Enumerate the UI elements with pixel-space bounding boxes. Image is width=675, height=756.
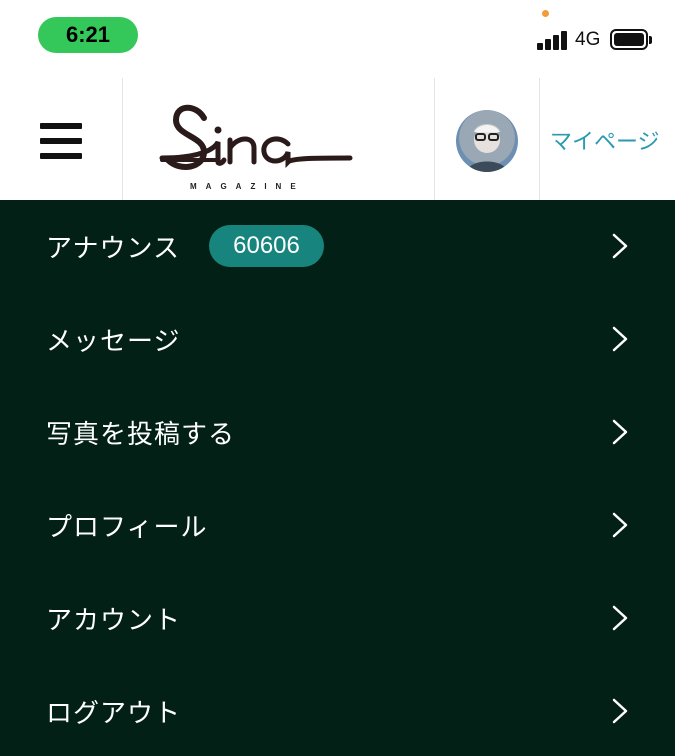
network-type: 4G <box>575 29 601 50</box>
header-divider <box>434 78 435 200</box>
chevron-right-icon <box>612 326 628 352</box>
menu-item-account[interactable]: アカウント <box>0 572 675 665</box>
status-time: 6:21 <box>38 17 138 53</box>
status-bar: 6:21 4G <box>0 0 675 78</box>
menu-item-label: アナウンス <box>46 234 180 264</box>
menu-item-messages[interactable]: メッセージ <box>0 293 675 386</box>
logo-subtitle: MAGAZINE <box>190 182 305 191</box>
menu-item-profile[interactable]: プロフィール <box>0 479 675 572</box>
menu-item-label: プロフィール <box>46 513 208 543</box>
privacy-indicator-dot <box>542 10 549 17</box>
header-divider <box>539 78 540 200</box>
menu-item-label: 写真を投稿する <box>46 420 236 450</box>
drawer-menu: アナウンス 60606 メッセージ 写真を投稿する プロフィール アカウント ロ… <box>0 200 675 756</box>
mypage-link[interactable]: マイページ <box>550 124 660 156</box>
header-divider <box>122 78 123 200</box>
menu-item-post-photo[interactable]: 写真を投稿する <box>0 386 675 479</box>
hamburger-icon[interactable] <box>40 123 82 159</box>
chevron-right-icon <box>612 605 628 631</box>
menu-item-announce[interactable]: アナウンス 60606 <box>0 200 675 293</box>
chevron-right-icon <box>612 233 628 259</box>
chevron-right-icon <box>612 419 628 445</box>
chevron-right-icon <box>612 698 628 724</box>
chevron-right-icon <box>612 512 628 538</box>
user-avatar[interactable] <box>456 110 518 172</box>
avatar-face <box>466 124 508 172</box>
menu-item-label: アカウント <box>46 606 182 636</box>
sina-logo[interactable] <box>158 90 354 194</box>
app-header: MAGAZINE マイページ <box>0 78 675 200</box>
menu-item-label: メッセージ <box>46 327 181 357</box>
signal-icon <box>537 30 569 50</box>
notification-badge: 60606 <box>209 225 324 267</box>
battery-icon <box>610 29 652 50</box>
menu-item-logout[interactable]: ログアウト <box>0 665 675 756</box>
menu-item-label: ログアウト <box>46 699 182 729</box>
